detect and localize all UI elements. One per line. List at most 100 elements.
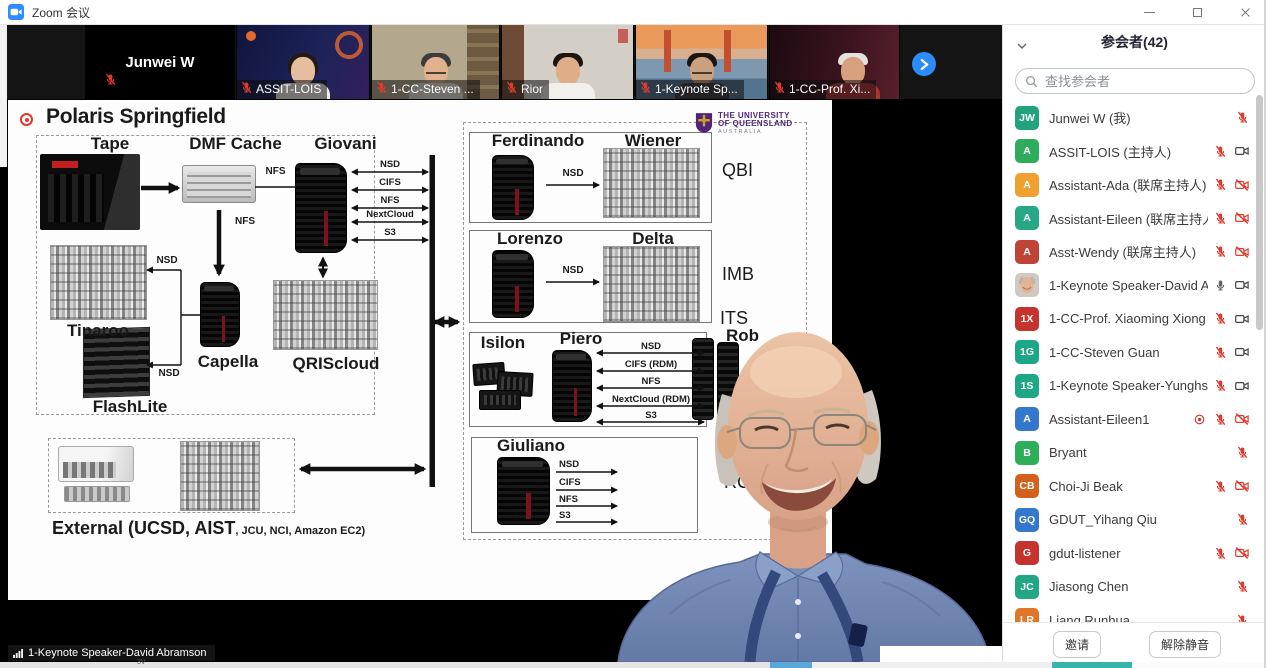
mic-muted-icon bbox=[1236, 446, 1249, 459]
camera-off-icon bbox=[1235, 245, 1249, 259]
mic-muted-icon bbox=[1214, 212, 1227, 225]
avatar: A bbox=[1015, 139, 1039, 163]
mic-muted-icon bbox=[375, 81, 388, 97]
participant-row[interactable]: 1-Keynote Speaker-David Abra... bbox=[1003, 269, 1259, 303]
label-wiener: Wiener bbox=[608, 131, 698, 151]
scrollbar-thumb[interactable] bbox=[1256, 95, 1263, 330]
maximize-button[interactable] bbox=[1186, 2, 1208, 24]
tile-name-label: 1-CC-Steven ... bbox=[372, 80, 480, 99]
next-page-button[interactable] bbox=[912, 52, 936, 76]
participant-name: 1-Keynote Speaker-David Abra... bbox=[1049, 278, 1208, 293]
camera-off-icon bbox=[1235, 412, 1249, 426]
participant-status-icons bbox=[1214, 144, 1249, 158]
camera-on-icon bbox=[1235, 379, 1249, 393]
invite-button[interactable]: 邀请 bbox=[1053, 631, 1101, 658]
speaker-name-label: 1-Keynote Speaker-David Abramson bbox=[8, 645, 215, 661]
participant-row[interactable]: CB Choi-Ji Beak bbox=[1003, 470, 1259, 504]
participant-search-box bbox=[1015, 68, 1255, 94]
participant-name: Bryant bbox=[1049, 445, 1230, 460]
camera-on-icon bbox=[1235, 144, 1249, 158]
camera-on-icon bbox=[1235, 345, 1249, 359]
participant-row[interactable]: 1G 1-CC-Steven Guan bbox=[1003, 336, 1259, 370]
participant-row[interactable]: A Assistant-Ada (联席主持人) bbox=[1003, 168, 1259, 202]
participant-row[interactable]: GQ GDUT_Yihang Qiu bbox=[1003, 503, 1259, 537]
participant-row[interactable]: 1X 1-CC-Prof. Xiaoming Xiong bbox=[1003, 302, 1259, 336]
label-qbi: QBI bbox=[722, 160, 753, 181]
participant-list: JW Junwei W (我) A ASSIT-LOIS (主持人) A Ass… bbox=[1003, 101, 1259, 622]
label-delta: Delta bbox=[608, 229, 698, 249]
avatar: G bbox=[1015, 541, 1039, 565]
minimize-button[interactable] bbox=[1138, 2, 1160, 24]
video-tile[interactable]: 1-CC-Prof. Xi... bbox=[769, 25, 900, 99]
protocol-label: NSD bbox=[352, 159, 428, 170]
window-title: Zoom 会议 bbox=[32, 4, 90, 21]
label-imb: IMB bbox=[722, 264, 754, 285]
participant-status-icons bbox=[1214, 211, 1249, 225]
protocol-label: S3 bbox=[559, 510, 615, 521]
participant-status-icons bbox=[1236, 580, 1249, 593]
mic-muted-icon bbox=[1236, 513, 1249, 526]
video-tile[interactable]: ASSIT-LOIS bbox=[236, 25, 370, 99]
avatar: A bbox=[1015, 206, 1039, 230]
protocol-label: NFS bbox=[559, 494, 615, 505]
close-button[interactable] bbox=[1234, 2, 1256, 24]
participant-row[interactable]: A Assistant-Eileen (联席主持人) bbox=[1003, 202, 1259, 236]
participant-status-icons bbox=[1214, 479, 1249, 493]
participants-panel: 参会者(42) JW Junwei W (我) A ASSIT-LOIS (主持… bbox=[1002, 25, 1266, 668]
participant-row[interactable]: 1S 1-Keynote Speaker-Yunghsiang ... bbox=[1003, 369, 1259, 403]
participant-row[interactable]: JC Jiasong Chen bbox=[1003, 570, 1259, 604]
camera-off-icon bbox=[1235, 178, 1249, 192]
participant-name: Assistant-Eileen (联席主持人) bbox=[1049, 209, 1208, 228]
participant-row[interactable]: A Asst-Wendy (联席主持人) bbox=[1003, 235, 1259, 269]
tile-name-label: Rior bbox=[502, 80, 549, 99]
participant-row[interactable]: A ASSIT-LOIS (主持人) bbox=[1003, 135, 1259, 169]
mic-muted-icon bbox=[1214, 547, 1227, 560]
participant-status-icons bbox=[1214, 245, 1249, 259]
participant-row[interactable]: B Bryant bbox=[1003, 436, 1259, 470]
participant-status-icons bbox=[1214, 312, 1249, 326]
video-tile[interactable]: 1-Keynote Sp... bbox=[635, 25, 768, 99]
mic-muted-icon bbox=[1214, 379, 1227, 392]
label-giuliano: Giuliano bbox=[486, 436, 576, 456]
avatar-photo bbox=[1015, 273, 1039, 297]
label-nfs: NFS bbox=[224, 216, 266, 227]
main-video-area: Polaris Springfield Tape DMF Cache Giova… bbox=[0, 99, 1002, 662]
participant-name: Assistant-Eileen1 bbox=[1049, 412, 1187, 427]
unmute-all-button[interactable]: 解除静音 bbox=[1149, 631, 1221, 658]
mic-muted-icon bbox=[1236, 614, 1249, 622]
uq-logo: THE UNIVERSITY OF QUEENSLAND AUSTRALIA bbox=[695, 112, 793, 136]
search-icon bbox=[1025, 75, 1038, 88]
label-nsd: NSD bbox=[148, 368, 190, 379]
zoom-meeting-window: Zoom 会议 Junwei W ASSIT-LOIS 1-CC-Steven … bbox=[0, 0, 1266, 668]
mic-muted-icon bbox=[1236, 580, 1249, 593]
camera-off-icon bbox=[1235, 479, 1249, 493]
video-tile[interactable]: Junwei W bbox=[85, 25, 235, 99]
video-tile[interactable]: Rior bbox=[501, 25, 634, 99]
record-icon bbox=[20, 113, 33, 126]
background-window-sliver bbox=[0, 25, 7, 167]
background-accent bbox=[770, 662, 812, 668]
search-input[interactable] bbox=[1043, 73, 1245, 90]
mic-muted-icon bbox=[1214, 245, 1227, 258]
label-qriscloud: QRIScloud bbox=[276, 354, 396, 374]
background-window-patch bbox=[880, 646, 1002, 662]
participant-row[interactable]: G gdut-listener bbox=[1003, 537, 1259, 571]
avatar: A bbox=[1015, 173, 1039, 197]
camera-on-icon bbox=[1235, 312, 1249, 326]
participant-status-icons bbox=[1214, 178, 1249, 192]
participant-row[interactable]: A Assistant-Eileen1 bbox=[1003, 403, 1259, 437]
mic-muted-icon bbox=[1214, 480, 1227, 493]
protocol-label: NSD bbox=[559, 459, 615, 470]
protocol-label: NextCloud bbox=[352, 209, 428, 220]
mic-muted-icon bbox=[505, 81, 518, 97]
avatar: B bbox=[1015, 441, 1039, 465]
participant-status-icons bbox=[1214, 546, 1249, 560]
participant-status-icons bbox=[1236, 446, 1249, 459]
participant-row[interactable]: JW Junwei W (我) bbox=[1003, 101, 1259, 135]
mic-muted-icon bbox=[1214, 346, 1227, 359]
participant-row[interactable]: LR Liang Runhua bbox=[1003, 604, 1259, 623]
slide-title: Polaris Springfield bbox=[46, 105, 226, 129]
speaker-video[interactable] bbox=[610, 324, 1002, 662]
video-tile[interactable]: 1-CC-Steven ... bbox=[371, 25, 500, 99]
mic-muted-icon bbox=[240, 81, 253, 97]
